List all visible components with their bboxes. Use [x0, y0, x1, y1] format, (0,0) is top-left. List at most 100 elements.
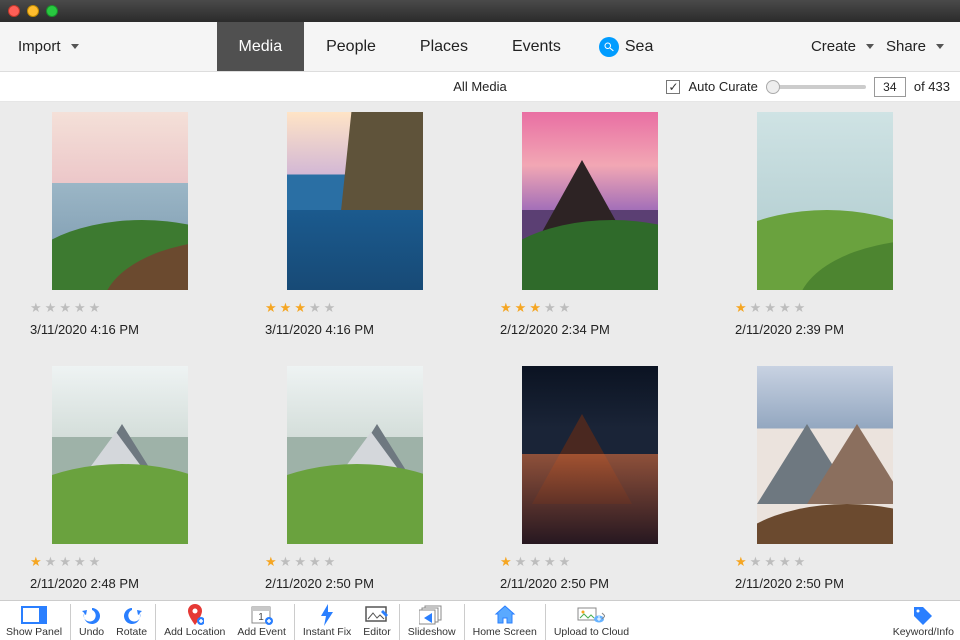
window-titlebar — [0, 0, 960, 22]
media-thumbnail[interactable] — [757, 112, 893, 290]
star-icon[interactable]: ★ — [59, 300, 74, 316]
star-icon[interactable]: ★ — [544, 300, 559, 316]
star-icon[interactable]: ★ — [89, 554, 104, 570]
rating-stars: ★★★★★ — [500, 554, 680, 570]
star-icon[interactable]: ★ — [324, 300, 339, 316]
star-icon[interactable]: ★ — [735, 300, 750, 316]
media-thumbnail[interactable] — [287, 366, 423, 544]
rating-stars: ★★★★★ — [265, 300, 445, 316]
star-icon[interactable]: ★ — [515, 300, 530, 316]
star-icon[interactable]: ★ — [559, 300, 574, 316]
star-icon[interactable]: ★ — [764, 554, 779, 570]
star-icon[interactable]: ★ — [294, 554, 309, 570]
tab-places[interactable]: Places — [398, 22, 490, 71]
star-icon[interactable]: ★ — [794, 554, 809, 570]
tab-people[interactable]: People — [304, 22, 398, 71]
media-item[interactable]: ★★★★★2/11/2020 2:50 PM — [265, 366, 445, 600]
star-icon[interactable]: ★ — [779, 554, 794, 570]
star-icon[interactable]: ★ — [794, 300, 809, 316]
media-item[interactable]: ★★★★★2/12/2020 2:34 PM — [500, 112, 680, 346]
rotate-icon — [121, 604, 143, 626]
star-icon[interactable]: ★ — [324, 554, 339, 570]
media-thumbnail[interactable] — [522, 112, 658, 290]
media-item[interactable]: ★★★★★2/11/2020 2:50 PM — [735, 366, 915, 600]
star-icon[interactable]: ★ — [265, 554, 280, 570]
star-icon[interactable]: ★ — [280, 554, 295, 570]
media-thumbnail[interactable] — [52, 366, 188, 544]
show-panel-button[interactable]: Show Panel — [0, 601, 68, 640]
star-icon[interactable]: ★ — [74, 554, 89, 570]
slideshow-button[interactable]: Slideshow — [402, 601, 462, 640]
keyword-info-button[interactable]: Keyword/Info — [887, 601, 960, 640]
star-icon[interactable]: ★ — [74, 300, 89, 316]
star-icon[interactable]: ★ — [280, 300, 295, 316]
add-location-button[interactable]: Add Location — [158, 601, 231, 640]
star-icon[interactable]: ★ — [309, 300, 324, 316]
chevron-down-icon — [866, 44, 874, 49]
slider-thumb[interactable] — [766, 80, 780, 94]
instant-fix-button[interactable]: Instant Fix — [297, 601, 357, 640]
media-thumbnail[interactable] — [757, 366, 893, 544]
tab-media[interactable]: Media — [217, 22, 305, 71]
window-maximize-button[interactable] — [46, 5, 58, 17]
star-icon[interactable]: ★ — [265, 300, 280, 316]
star-icon[interactable]: ★ — [45, 300, 60, 316]
search-text[interactable]: Sea — [625, 38, 653, 56]
add-event-button[interactable]: 1 Add Event — [231, 601, 291, 640]
import-menu[interactable]: Import — [0, 38, 97, 55]
home-icon — [494, 604, 516, 626]
curate-count-input[interactable]: 34 — [874, 77, 906, 97]
auto-curate-slider[interactable] — [766, 85, 866, 89]
star-icon[interactable]: ★ — [59, 554, 74, 570]
chevron-down-icon — [936, 44, 944, 49]
media-date: 2/11/2020 2:50 PM — [735, 576, 915, 591]
media-item[interactable]: ★★★★★2/11/2020 2:39 PM — [735, 112, 915, 346]
window-minimize-button[interactable] — [27, 5, 39, 17]
media-item[interactable]: ★★★★★3/11/2020 4:16 PM — [30, 112, 210, 346]
star-icon[interactable]: ★ — [30, 300, 45, 316]
upload-to-cloud-button[interactable]: Upload to Cloud — [548, 601, 635, 640]
media-item[interactable]: ★★★★★3/11/2020 4:16 PM — [265, 112, 445, 346]
star-icon[interactable]: ★ — [559, 554, 574, 570]
star-icon[interactable]: ★ — [500, 554, 515, 570]
media-item[interactable]: ★★★★★2/11/2020 2:48 PM — [30, 366, 210, 600]
share-menu[interactable]: Share — [886, 38, 944, 55]
star-icon[interactable]: ★ — [515, 554, 530, 570]
chevron-down-icon — [71, 44, 79, 49]
media-thumbnail[interactable] — [52, 112, 188, 290]
star-icon[interactable]: ★ — [750, 300, 765, 316]
lightning-icon — [319, 604, 335, 626]
home-screen-button[interactable]: Home Screen — [467, 601, 543, 640]
star-icon[interactable]: ★ — [294, 300, 309, 316]
star-icon[interactable]: ★ — [309, 554, 324, 570]
rating-stars: ★★★★★ — [265, 554, 445, 570]
media-date: 2/11/2020 2:39 PM — [735, 322, 915, 337]
star-icon[interactable]: ★ — [30, 554, 45, 570]
search-icon[interactable] — [599, 37, 619, 57]
star-icon[interactable]: ★ — [529, 554, 544, 570]
star-icon[interactable]: ★ — [750, 554, 765, 570]
editor-button[interactable]: Editor — [357, 601, 396, 640]
undo-icon — [81, 604, 103, 626]
create-label: Create — [811, 38, 856, 55]
auto-curate-checkbox[interactable] — [666, 80, 680, 94]
view-tabs: Media People Places Events Sea — [217, 22, 654, 71]
star-icon[interactable]: ★ — [735, 554, 750, 570]
star-icon[interactable]: ★ — [779, 300, 794, 316]
media-thumbnail[interactable] — [522, 366, 658, 544]
star-icon[interactable]: ★ — [544, 554, 559, 570]
create-menu[interactable]: Create — [811, 38, 874, 55]
rotate-button[interactable]: Rotate — [110, 601, 153, 640]
star-icon[interactable]: ★ — [45, 554, 60, 570]
star-icon[interactable]: ★ — [764, 300, 779, 316]
undo-button[interactable]: Undo — [73, 601, 110, 640]
star-icon[interactable]: ★ — [529, 300, 544, 316]
star-icon[interactable]: ★ — [500, 300, 515, 316]
star-icon[interactable]: ★ — [89, 300, 104, 316]
filter-title: All Media — [453, 79, 506, 94]
window-close-button[interactable] — [8, 5, 20, 17]
media-item[interactable]: ★★★★★2/11/2020 2:50 PM — [500, 366, 680, 600]
tab-events[interactable]: Events — [490, 22, 583, 71]
media-date: 2/11/2020 2:50 PM — [500, 576, 680, 591]
media-thumbnail[interactable] — [287, 112, 423, 290]
